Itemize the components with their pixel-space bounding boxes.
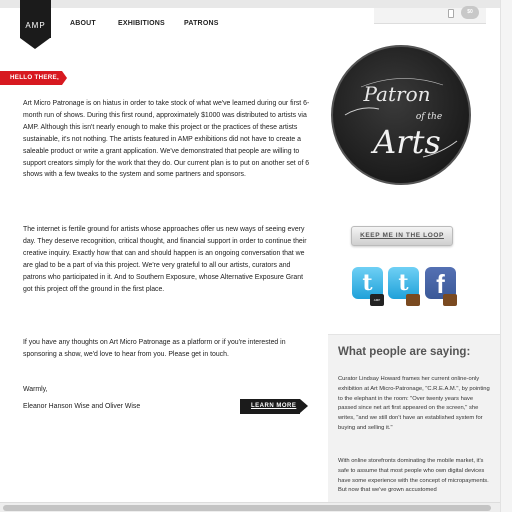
- learn-more-arrow: [300, 399, 308, 413]
- scrollbar-thumb[interactable]: [3, 505, 491, 511]
- badge-line-3: Arts: [370, 123, 441, 161]
- tag-box-icon: [443, 294, 457, 306]
- badge-line-1: Patron: [362, 82, 430, 106]
- twitter-amp-button[interactable]: t AMP: [352, 267, 384, 306]
- amp-logo[interactable]: AMP: [20, 0, 51, 50]
- testimonials-title: What people are saying:: [338, 346, 471, 358]
- logo-tip: [20, 38, 50, 49]
- amp-tag: AMP: [370, 294, 384, 306]
- phone-icon[interactable]: [448, 9, 454, 18]
- testimonial-1: Curator Lindsay Howard frames her curren…: [338, 376, 490, 431]
- signoff: Warmly,: [23, 386, 48, 393]
- badge-line-2: of the: [416, 112, 442, 122]
- logo-text: AMP: [20, 0, 51, 38]
- nav-patrons[interactable]: PATRONS: [184, 20, 219, 27]
- intro-paragraph-1: Art Micro Patronage is on hiatus in orde…: [23, 100, 310, 179]
- top-bar: [0, 0, 512, 8]
- hello-banner: HELLO THERE,: [0, 71, 62, 85]
- patron-badge-text: Patron of the Arts: [344, 78, 458, 161]
- tag-box-icon: [406, 294, 420, 306]
- nav-exhibitions[interactable]: EXHIBITIONS: [118, 20, 165, 27]
- testimonials-panel: What people are saying: Curator Lindsay …: [328, 334, 500, 512]
- keep-me-in-the-loop-button[interactable]: KEEP ME IN THE LOOP: [351, 226, 453, 246]
- testimonial-2: With online storefronts dominating the m…: [338, 458, 489, 494]
- vertical-scrollbar[interactable]: [500, 0, 512, 512]
- piggy-bank-icon[interactable]: $0: [461, 6, 479, 19]
- intro-paragraph-3: If you have any thoughts on Art Micro Pa…: [23, 339, 286, 358]
- nav-about[interactable]: ABOUT: [70, 20, 96, 27]
- learn-more-button[interactable]: LEARN MORE: [240, 399, 300, 414]
- intro-paragraph-2: The internet is fertile ground for artis…: [23, 226, 307, 293]
- horizontal-scrollbar[interactable]: [0, 502, 500, 512]
- hello-banner-tip: [62, 71, 67, 85]
- twitter-share-button[interactable]: t: [388, 267, 420, 306]
- facebook-button[interactable]: f: [425, 267, 457, 306]
